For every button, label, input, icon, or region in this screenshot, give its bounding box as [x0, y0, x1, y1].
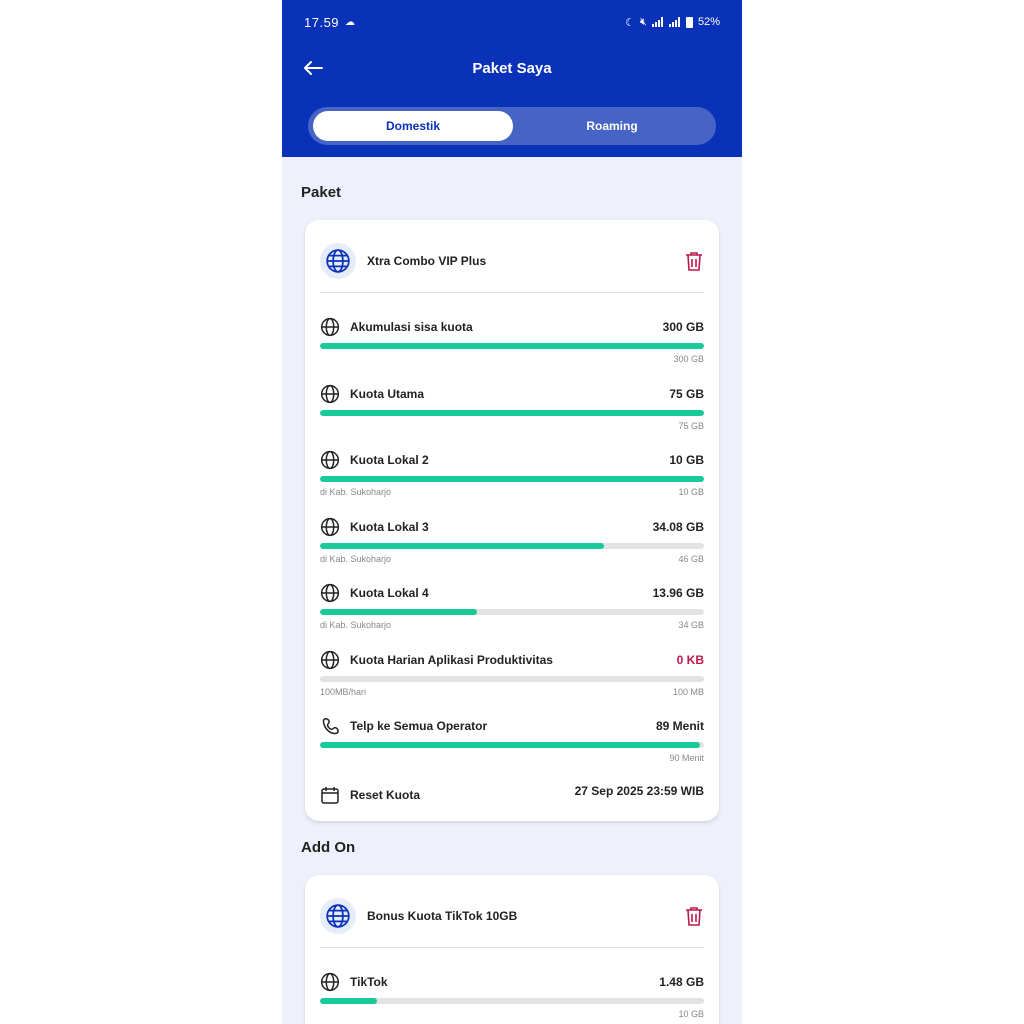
quota-total: 34 GB — [678, 620, 704, 630]
reset-quota-row: Reset Kuota 27 Sep 2025 23:59 WIB — [320, 783, 704, 807]
reset-date: 27 Sep 2025 23:59 WIB — [574, 784, 704, 798]
page-title: Paket Saya — [472, 59, 552, 77]
quota-value: 75 GB — [669, 386, 704, 401]
quota-location: 100MB/hari — [320, 686, 367, 697]
quota-value: 89 Menit — [655, 719, 704, 733]
reset-label: Reset Kuota — [350, 788, 421, 802]
quota-progress-fill — [320, 542, 605, 549]
quota-progress-fill — [320, 343, 704, 349]
quota-row: Kuota Harian Aplikasi Produktivitas 0 KB 1… — [320, 650, 704, 710]
quota-label: Telp ke Semua Operator — [350, 719, 488, 733]
package-name: Xtra Combo VIP Plus — [367, 254, 487, 268]
quota-value: 1.48 GB — [659, 975, 704, 989]
quota-row: TikTok 1.48 GB 10 GB — [320, 972, 704, 1024]
quota-location: di Kab. Sukoharjo — [320, 553, 392, 564]
quota-total: 90 Menit — [669, 753, 704, 763]
quota-value: 0 KB — [676, 652, 704, 667]
quota-row: Telp ke Semua Operator 89 Menit 90 Menit — [320, 716, 704, 776]
quota-label: Kuota Lokal 2 — [350, 453, 429, 467]
quota-location: di Kab. Sukoharjo — [320, 620, 392, 630]
quota-total: 10 GB — [678, 487, 704, 497]
globe-icon — [320, 898, 356, 934]
status-time: 17.59 — [304, 14, 340, 30]
quota-total: 46 GB — [678, 553, 704, 564]
quota-progress-fill — [320, 409, 704, 416]
quota-value: 10 GB — [669, 453, 704, 467]
trash-icon[interactable] — [684, 250, 704, 272]
quota-progress-bar — [320, 343, 704, 349]
divider — [320, 292, 704, 293]
quota-label: Kuota Harian Aplikasi Produktivitas — [350, 652, 553, 667]
package-header: Xtra Combo VIP Plus — [320, 240, 704, 282]
segmented-control: Domestik Roaming — [308, 107, 716, 145]
section-title-paket: Paket — [301, 184, 342, 201]
tab-roaming[interactable]: Roaming — [513, 111, 711, 141]
globe-icon — [320, 450, 340, 470]
quota-progress-bar — [320, 675, 704, 682]
app-header: Paket Saya — [282, 48, 742, 88]
status-bar: 17.59 ☁ ☾ 🔇︎ 52% — [304, 12, 720, 32]
addon-header: Bonus Kuota TikTok 10GB — [320, 895, 704, 937]
quota-label: Akumulasi sisa kuota — [350, 320, 473, 334]
quota-total: 100 MB — [672, 686, 704, 697]
quota-row: Kuota Lokal 4 13.96 GB di Kab. Sukoharjo 34… — [320, 583, 704, 643]
quota-progress-fill — [320, 742, 701, 748]
globe-icon — [320, 972, 340, 992]
quota-progress-fill — [320, 609, 478, 615]
quota-progress-bar — [320, 409, 704, 416]
top-app-bar: 17.59 ☁ ☾ 🔇︎ 52% Paket Saya Domestik Roa… — [282, 0, 742, 157]
moon-icon: ☾ — [625, 16, 636, 29]
quota-progress-bar — [320, 742, 704, 748]
globe-icon — [320, 243, 356, 279]
divider — [320, 947, 704, 948]
quota-value: 34.08 GB — [652, 519, 704, 534]
addon-name: Bonus Kuota TikTok 10GB — [367, 909, 518, 923]
back-arrow-icon[interactable] — [300, 56, 326, 80]
quota-total: 300 GB — [673, 354, 704, 364]
quota-total: 10 GB — [678, 1009, 704, 1019]
battery-level: 52% — [697, 16, 720, 28]
quota-total: 75 GB — [678, 420, 704, 431]
quota-row: Akumulasi sisa kuota 300 GB 300 GB — [320, 317, 704, 377]
quota-label: TikTok — [350, 975, 388, 989]
quota-progress-bar — [320, 542, 704, 549]
quota-row: Kuota Lokal 3 34.08 GB di Kab. Sukoharjo 46… — [320, 517, 704, 577]
quota-row: Kuota Lokal 2 10 GB di Kab. Sukoharjo 10 GB — [320, 450, 704, 510]
signal-icon — [668, 17, 681, 27]
addon-card: Bonus Kuota TikTok 10GB TikTok 1.48 GB 10 … — [305, 875, 719, 1024]
quota-label: Kuota Utama — [350, 386, 425, 401]
cloud-icon: ☁ — [345, 16, 356, 28]
quota-row: Kuota Utama 75 GB 75 GB — [320, 384, 704, 444]
globe-icon — [320, 384, 340, 404]
quota-progress-fill — [320, 998, 377, 1004]
quota-progress-bar — [320, 998, 704, 1004]
globe-icon — [320, 650, 340, 670]
calendar-icon — [320, 785, 340, 805]
package-card: Xtra Combo VIP Plus Akumulasi sisa kuota… — [305, 220, 719, 821]
quota-progress-bar — [320, 476, 704, 482]
quota-value: 13.96 GB — [652, 586, 704, 600]
globe-icon — [320, 583, 340, 603]
battery-icon — [685, 16, 693, 28]
trash-icon[interactable] — [684, 905, 704, 927]
phone-screen: 17.59 ☁ ☾ 🔇︎ 52% Paket Saya Domestik Roa… — [282, 0, 742, 1024]
quota-label: Kuota Lokal 4 — [350, 586, 429, 600]
mute-icon: 🔇︎ — [640, 15, 647, 28]
quota-value: 300 GB — [662, 320, 704, 334]
globe-icon — [320, 517, 340, 537]
phone-icon — [320, 716, 340, 736]
quota-location: di Kab. Sukoharjo — [320, 487, 392, 497]
quota-label: Kuota Lokal 3 — [350, 519, 429, 534]
signal-icon — [651, 17, 664, 27]
section-title-addon: Add On — [301, 839, 356, 856]
tab-domestik[interactable]: Domestik — [313, 111, 513, 141]
globe-icon — [320, 317, 340, 337]
quota-progress-bar — [320, 609, 704, 615]
quota-progress-fill — [320, 476, 704, 482]
